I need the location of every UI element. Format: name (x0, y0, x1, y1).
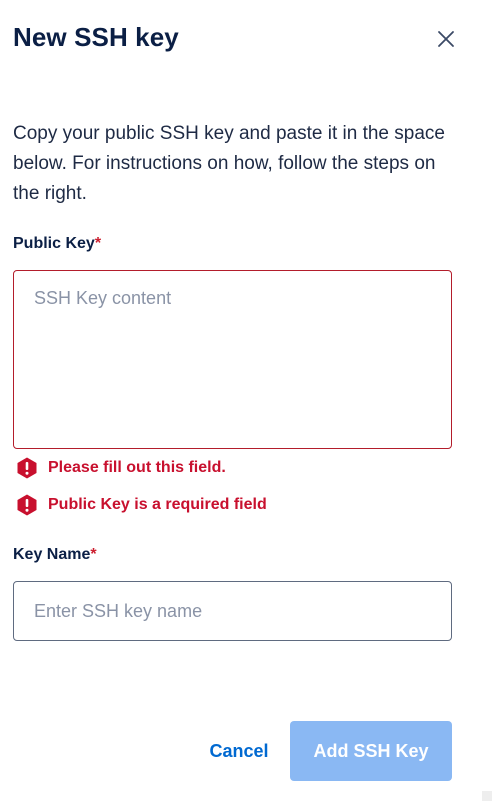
error-octagon-icon (15, 493, 39, 517)
scrollbar-corner (482, 791, 492, 801)
cancel-button[interactable]: Cancel (198, 721, 280, 781)
key-name-label-text: Key Name (13, 546, 91, 563)
required-marker: * (90, 546, 97, 563)
close-icon (437, 30, 455, 53)
close-button[interactable] (432, 27, 460, 55)
new-ssh-key-dialog: New SSH key Copy your public SSH key and… (0, 0, 482, 801)
scrollbar-track[interactable] (482, 0, 492, 801)
public-key-textarea[interactable] (13, 270, 452, 449)
public-key-label: Public Key* (13, 235, 101, 253)
error-message: Please fill out this field. (15, 456, 226, 480)
error-text: Please fill out this field. (48, 459, 226, 476)
dialog-title: New SSH key (13, 22, 179, 52)
dialog-description: Copy your public SSH key and paste it in… (13, 123, 445, 204)
key-name-input[interactable] (13, 581, 452, 641)
error-text: Public Key is a required field (48, 496, 267, 513)
error-octagon-icon (15, 456, 39, 480)
key-name-label: Key Name* (13, 546, 97, 564)
error-message: Public Key is a required field (15, 493, 267, 517)
required-marker: * (94, 235, 102, 252)
add-ssh-key-button[interactable]: Add SSH Key (290, 721, 452, 781)
public-key-label-text: Public Key (13, 235, 95, 252)
